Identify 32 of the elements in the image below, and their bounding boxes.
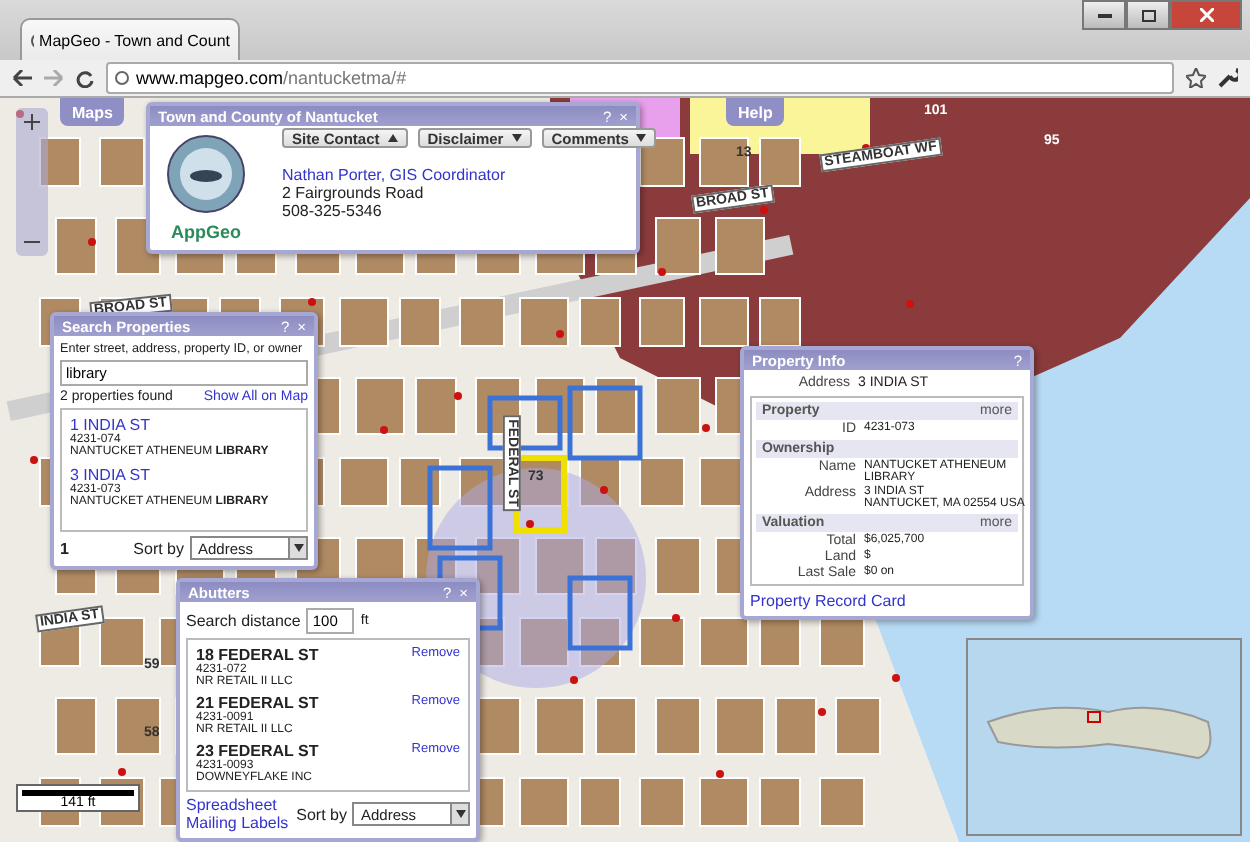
caret-icon bbox=[511, 134, 522, 142]
sort-label: Sort by bbox=[133, 539, 184, 557]
contact-link[interactable]: Nathan Porter, GIS Coordinator bbox=[282, 166, 506, 184]
caret-icon bbox=[387, 134, 398, 142]
abutter-address: 23 FEDERAL ST bbox=[196, 742, 319, 760]
town-seal-icon bbox=[166, 134, 246, 214]
address-field[interactable]: www.mapgeo.com/nantucketma/# bbox=[106, 62, 1174, 94]
distance-label: Search distance bbox=[186, 612, 301, 630]
back-icon[interactable] bbox=[12, 70, 32, 86]
reload-icon[interactable] bbox=[76, 69, 94, 87]
sort-label: Sort by bbox=[296, 805, 347, 823]
page-number[interactable]: 1 bbox=[60, 539, 69, 557]
export-link[interactable]: Mailing Labels bbox=[186, 814, 289, 832]
export-link[interactable]: Spreadsheet bbox=[186, 796, 289, 814]
record-card-link[interactable]: Property Record Card bbox=[750, 592, 1024, 610]
abutter-address: 21 FEDERAL ST bbox=[196, 694, 319, 712]
zoom-in-icon[interactable] bbox=[24, 114, 40, 130]
maximize-icon[interactable] bbox=[1126, 0, 1170, 30]
caret-icon bbox=[455, 810, 466, 818]
close-icon[interactable] bbox=[1170, 0, 1242, 30]
caret-icon bbox=[293, 544, 303, 552]
logo-text: AppGeo bbox=[171, 222, 241, 242]
browser-tab[interactable]: MapGeo - Town and Count bbox=[20, 18, 240, 60]
abutter-address: 18 FEDERAL ST bbox=[196, 646, 319, 664]
result-address-link[interactable]: 1 INDIA ST bbox=[70, 416, 298, 434]
star-icon[interactable] bbox=[1186, 68, 1206, 88]
minimize-icon[interactable] bbox=[1082, 0, 1126, 30]
contact-address: 2 Fairgrounds Road bbox=[282, 184, 426, 202]
caret-icon bbox=[636, 134, 647, 142]
result-address-link[interactable]: 3 INDIA ST bbox=[70, 466, 298, 484]
contact-phone: 508-325-5346 bbox=[282, 202, 384, 220]
wrench-icon[interactable] bbox=[1218, 68, 1238, 88]
